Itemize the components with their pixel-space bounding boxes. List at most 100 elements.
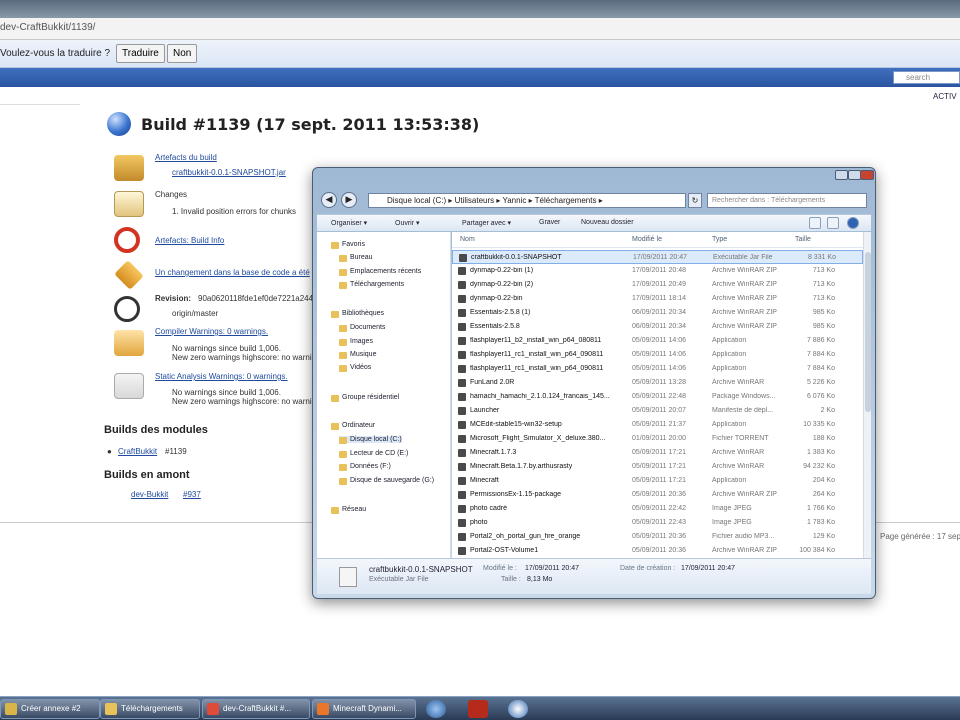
file-row[interactable]: craftbukkit-0.0.1-SNAPSHOT 17/09/2011 20:… <box>452 250 863 264</box>
nav-desktop[interactable]: Bureau <box>339 254 373 262</box>
jenkins-header-bar <box>0 68 960 87</box>
app-icon <box>105 703 117 715</box>
nav-homegroup[interactable]: Groupe résidentiel <box>331 394 399 402</box>
nav-documents[interactable]: Documents <box>339 324 385 332</box>
nav-images[interactable]: Images <box>339 338 373 346</box>
compiler-warnings-link[interactable]: Compiler Warnings: 0 warnings. <box>155 327 268 336</box>
forward-arrow-icon[interactable]: ▶ <box>341 192 357 208</box>
new-folder-button[interactable]: Nouveau dossier <box>581 219 634 226</box>
search-input[interactable]: search <box>893 71 960 84</box>
nav-recent[interactable]: Emplacements récents <box>339 268 421 276</box>
taskbar-item[interactable]: dev-CraftBukkit #... <box>202 699 310 719</box>
translate-button[interactable]: Traduire <box>116 44 165 63</box>
file-list: Nom Modifié le Type Taille craftbukkit-0… <box>452 232 863 558</box>
explorer-search-input[interactable]: Rechercher dans : Téléchargements <box>707 193 867 208</box>
taskbar-item[interactable]: Minecraft Dynami... <box>312 699 416 719</box>
organize-button[interactable]: Organiser ▾ <box>331 219 367 227</box>
vertical-scrollbar[interactable] <box>863 232 871 558</box>
file-row[interactable]: photo 05/09/2011 22:43 Image JPEG 1 783 Ko <box>452 516 863 530</box>
file-size: 713 Ko <box>812 281 835 288</box>
file-row[interactable]: MCEdit-stable15-win32-setup 05/09/2011 21… <box>452 418 863 432</box>
file-type: Archive WinRAR ZIP <box>712 491 777 498</box>
file-row[interactable]: Essentials-2.5.8 06/09/2011 20:34 Archive … <box>452 320 863 334</box>
artifacts-link[interactable]: Artefacts du build <box>155 153 217 162</box>
taskbar-item[interactable]: Créer annexe #2 <box>0 699 100 719</box>
file-row[interactable]: Portal2-OST-Volume1 05/09/2011 20:36 Archi… <box>452 544 863 558</box>
file-type-icon <box>458 547 466 555</box>
nav-favorites[interactable]: Favoris <box>331 241 365 249</box>
globe-icon[interactable] <box>426 700 446 718</box>
nav-computer[interactable]: Ordinateur <box>331 422 375 430</box>
back-arrow-icon[interactable]: ◀ <box>321 192 337 208</box>
explorer-titlebar[interactable] <box>313 168 875 184</box>
file-row[interactable]: Essentials-2.5.8 (1) 06/09/2011 20:34 Arch… <box>452 306 863 320</box>
file-date: 05/09/2011 20:36 <box>632 491 686 498</box>
open-button[interactable]: Ouvrir ▾ <box>395 219 420 227</box>
no-translate-button[interactable]: Non <box>167 44 198 63</box>
column-modified[interactable]: Modifié le <box>632 236 662 243</box>
file-row[interactable]: dynmap-0.22-bin 17/09/2011 18:14 Archive W… <box>452 292 863 306</box>
refresh-icon[interactable]: ↻ <box>688 193 702 208</box>
file-type: Application <box>712 477 747 484</box>
nav-cd-drive[interactable]: Lecteur de CD (E:) <box>339 450 408 458</box>
file-row[interactable]: Launcher 05/09/2011 20:07 Manifeste de dép… <box>452 404 863 418</box>
file-name: Portal2_oh_portal_gun_fire_orange <box>470 533 581 540</box>
file-row[interactable]: hamachi_hamachi_2.1.0.124_francais_145..… <box>452 390 863 404</box>
details-modified-value: 17/09/2011 20:47 <box>525 565 579 572</box>
translate-bar: Voulez-vous la traduire ? Traduire Non <box>0 40 960 68</box>
burn-button[interactable]: Graver <box>539 219 560 226</box>
column-size[interactable]: Taille <box>795 236 811 243</box>
network-icon[interactable] <box>508 700 528 718</box>
file-row[interactable]: photo cadré 05/09/2011 22:42 Image JPEG 1 7… <box>452 502 863 516</box>
file-row[interactable]: dynmap-0.22-bin (2) 17/09/2011 20:49 Archi… <box>452 278 863 292</box>
nav-data-drive[interactable]: Données (F:) <box>339 463 391 471</box>
nav-videos[interactable]: Vidéos <box>339 364 371 372</box>
column-name[interactable]: Nom <box>460 236 475 243</box>
address-bar[interactable]: dev-CraftBukkit/1139/ <box>0 18 960 40</box>
file-row[interactable]: dynmap-0.22-bin (1) 17/09/2011 20:48 Archi… <box>452 264 863 278</box>
column-type[interactable]: Type <box>712 236 727 243</box>
file-row[interactable]: Minecraft.Beta.1.7.by.arthusrasty 05/09/2… <box>452 460 863 474</box>
minimize-button[interactable] <box>835 170 848 180</box>
taskbar-item[interactable]: Téléchargements <box>100 699 200 719</box>
file-name: PermissionsEx-1.15-package <box>470 491 562 498</box>
build-info-link[interactable]: Artefacts: Build Info <box>155 236 224 245</box>
details-size-label: Taille : <box>501 576 521 583</box>
help-icon[interactable] <box>847 217 859 229</box>
artifact-file-link[interactable]: craftbukkit-0.0.1-SNAPSHOT.jar <box>172 168 286 177</box>
file-row[interactable]: Microsoft_Flight_Simulator_X_deluxe.380.… <box>452 432 863 446</box>
close-button[interactable] <box>860 170 874 180</box>
file-type: Archive WinRAR <box>712 463 765 470</box>
module-link[interactable]: CraftBukkit <box>118 447 157 456</box>
logout-link[interactable]: ACTIV <box>933 92 957 101</box>
file-row[interactable]: PermissionsEx-1.15-package 05/09/2011 20:… <box>452 488 863 502</box>
file-size: 713 Ko <box>812 267 835 274</box>
filezilla-icon[interactable] <box>468 700 488 718</box>
file-date: 05/09/2011 21:37 <box>632 421 686 428</box>
file-row[interactable]: flashplayer11_rc1_install_win_p64_090811… <box>452 348 863 362</box>
preview-pane-icon[interactable] <box>827 217 839 229</box>
share-button[interactable]: Partager avec ▾ <box>462 219 511 227</box>
file-type: Archive WinRAR ZIP <box>712 309 777 316</box>
upstream-build-link[interactable]: #937 <box>183 490 201 499</box>
explorer-address-bar[interactable]: Disque local (C:) ▸ Utilisateurs ▸ Yanni… <box>368 193 686 208</box>
file-row[interactable]: Minecraft 05/09/2011 17:21 Application 204 … <box>452 474 863 488</box>
file-row[interactable]: Portal2_oh_portal_gun_fire_orange 05/09/2… <box>452 530 863 544</box>
compiler-warnings-line: No warnings since build 1,006. <box>172 344 281 353</box>
upstream-link[interactable]: dev-Bukkit <box>131 490 168 499</box>
file-row[interactable]: Minecraft.1.7.3 05/09/2011 17:21 Archive W… <box>452 446 863 460</box>
nav-network[interactable]: Réseau <box>331 506 366 514</box>
nav-local-disk[interactable]: Disque local (C:) <box>339 436 402 444</box>
scm-change-link[interactable]: Un changement dans la base de code a été <box>155 268 310 277</box>
nav-backup-drive[interactable]: Disque de sauvegarde (G:) <box>339 477 434 485</box>
nav-downloads[interactable]: Téléchargements <box>339 281 404 289</box>
file-row[interactable]: FunLand 2.0R 05/09/2011 13:28 Archive WinR… <box>452 376 863 390</box>
static-analysis-link[interactable]: Static Analysis Warnings: 0 warnings. <box>155 372 288 381</box>
nav-libraries[interactable]: Bibliothèques <box>331 310 384 318</box>
file-row[interactable]: flashplayer11_b2_install_win_p64_080811 0… <box>452 334 863 348</box>
file-row[interactable]: flashplayer11_rc1_install_win_p64_090811… <box>452 362 863 376</box>
scrollbar-thumb[interactable] <box>865 252 871 412</box>
view-options-icon[interactable] <box>809 217 821 229</box>
nav-music[interactable]: Musique <box>339 351 376 359</box>
page-generated-text: Page générée : 17 sept. <box>880 532 960 541</box>
